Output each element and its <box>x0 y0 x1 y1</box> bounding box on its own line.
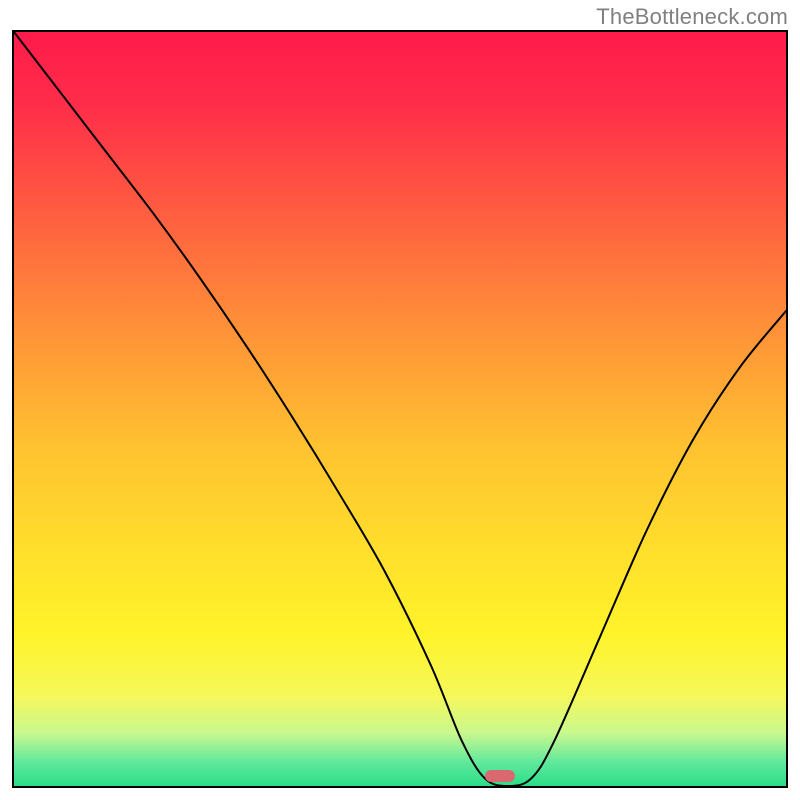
chart-curve <box>14 32 786 786</box>
chart-frame <box>12 30 788 788</box>
watermark-text: TheBottleneck.com <box>596 4 788 30</box>
optimal-marker <box>485 770 515 782</box>
